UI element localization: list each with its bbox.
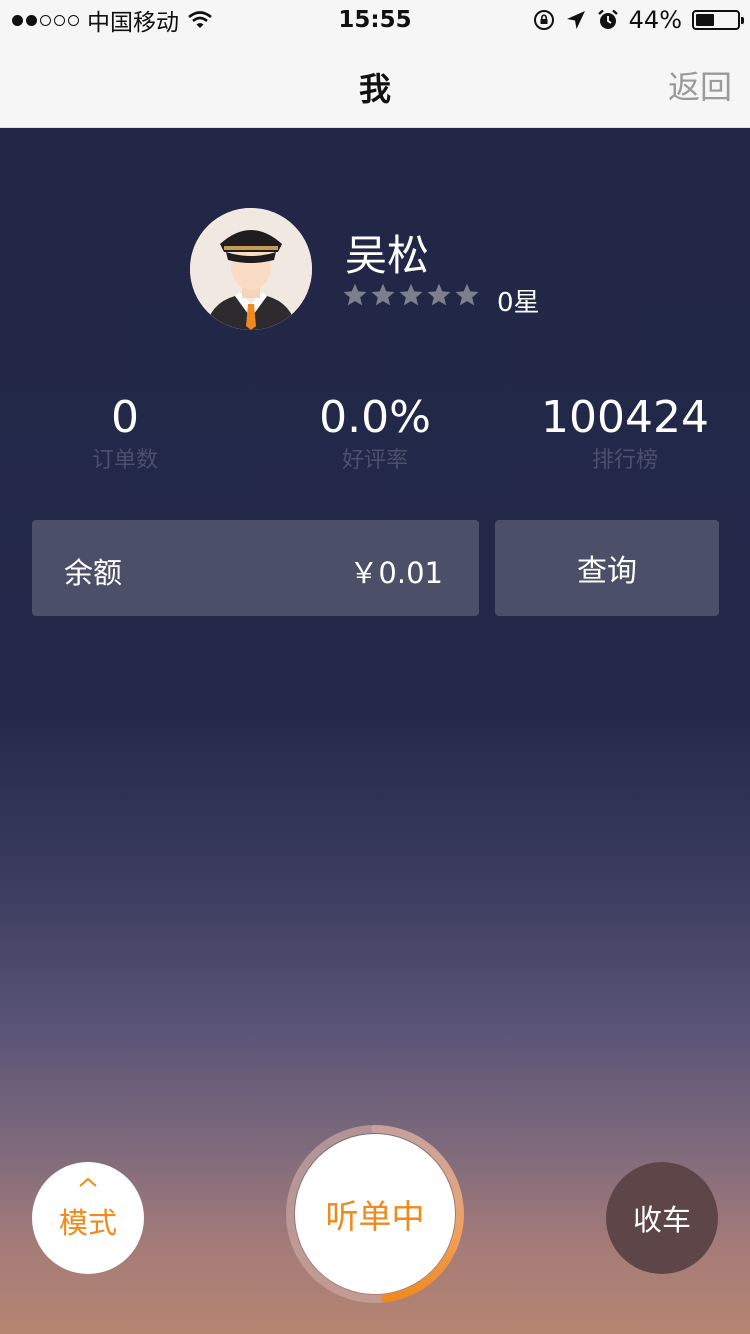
star-icon bbox=[455, 283, 479, 306]
stat-label: 排行榜 bbox=[591, 448, 658, 473]
star-icon bbox=[427, 283, 451, 306]
page-title: 我 bbox=[358, 70, 391, 108]
listen-control[interactable]: 听单中 bbox=[285, 1124, 465, 1304]
balance-panel[interactable]: 余额 ￥0.01 bbox=[32, 520, 479, 616]
chevron-up-icon bbox=[79, 1177, 97, 1187]
battery-fill bbox=[696, 14, 714, 26]
star-icon bbox=[343, 283, 367, 306]
star-icon bbox=[399, 283, 423, 306]
location-arrow-icon bbox=[566, 11, 585, 29]
stat-label: 好评率 bbox=[341, 448, 408, 473]
battery-icon bbox=[692, 10, 744, 30]
rotation-lock-icon bbox=[533, 10, 554, 30]
listen-button[interactable]: 听单中 bbox=[295, 1134, 455, 1294]
stop-service-button[interactable]: 收车 bbox=[606, 1162, 718, 1274]
stat-orders[interactable]: 0 订单数 bbox=[0, 390, 250, 476]
mode-button[interactable]: 模式 bbox=[32, 1162, 144, 1274]
balance-label: 余额 bbox=[64, 556, 123, 590]
stat-ranking[interactable]: 100424 排行榜 bbox=[500, 390, 750, 476]
balance-amount: ￥0.01 bbox=[349, 556, 443, 590]
star-rating-label: 0星 bbox=[497, 288, 540, 318]
back-button[interactable]: 返回 bbox=[668, 62, 732, 108]
mode-label: 模式 bbox=[58, 1206, 117, 1240]
stats-row: 0 订单数 0.0% 好评率 100424 排行榜 bbox=[0, 390, 750, 490]
stat-value: 100424 bbox=[541, 392, 709, 443]
main-content: 吴松 0星 0 订单数 0.0% 好评率 100424 排行榜 余额 ￥0.01… bbox=[0, 128, 750, 1334]
stat-value: 0 bbox=[111, 392, 139, 443]
battery-percent: 44% bbox=[628, 6, 682, 34]
profile-header: 吴松 0星 bbox=[190, 208, 610, 330]
stat-rating[interactable]: 0.0% 好评率 bbox=[250, 390, 500, 476]
driver-avatar-icon bbox=[190, 208, 312, 330]
star-icon bbox=[371, 283, 395, 306]
avatar bbox=[190, 208, 312, 330]
query-button[interactable]: 查询 bbox=[495, 520, 719, 616]
alarm-clock-icon bbox=[597, 9, 618, 29]
status-bar-right: 44% bbox=[533, 6, 744, 34]
driver-name: 吴松 bbox=[345, 231, 430, 280]
nav-bar: 我 返回 bbox=[0, 40, 750, 128]
star-rating bbox=[342, 282, 480, 308]
stat-label: 订单数 bbox=[91, 448, 158, 473]
stat-value: 0.0% bbox=[319, 392, 431, 443]
status-bar: 中国移动 15:55 44% bbox=[0, 0, 750, 40]
